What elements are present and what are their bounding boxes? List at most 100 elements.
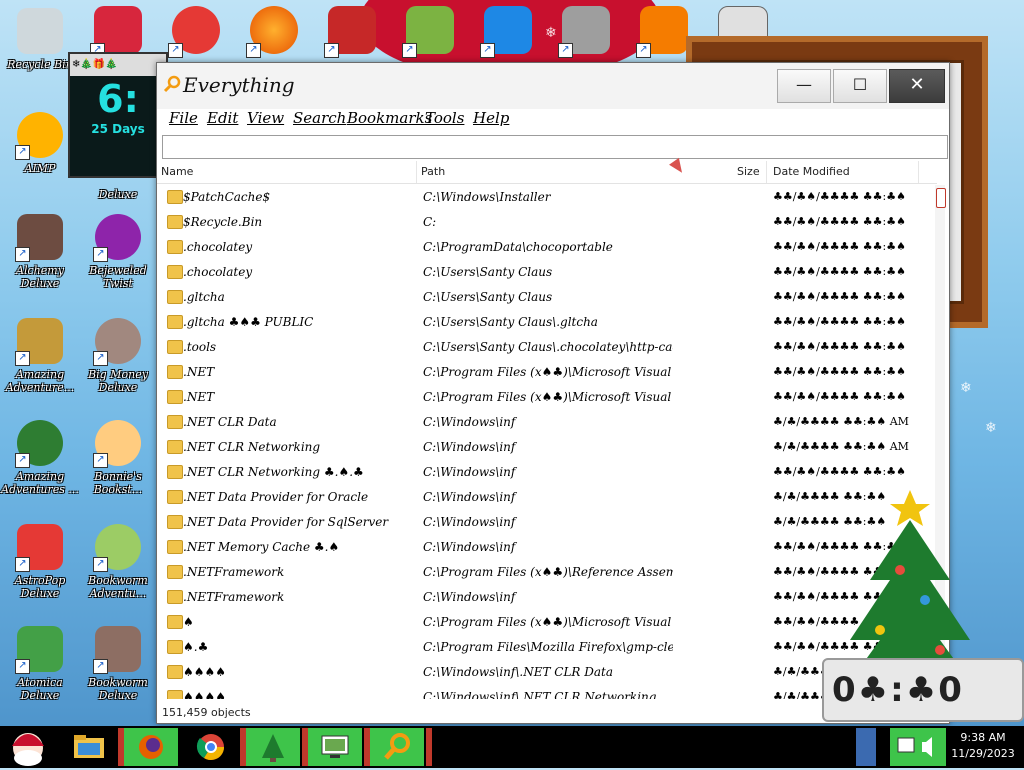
everything-window[interactable]: Everything — ☐ ✕ File Edit View Search B… (156, 62, 950, 724)
table-row[interactable]: .NET CLR Networking C:\Windows\inf ♣/♣/♣♣♣… (157, 435, 933, 460)
scrollbar-thumb[interactable] (936, 188, 946, 208)
table-row[interactable]: .NETFramework C:\Windows\inf ♣♣/♣♠/♣♣♣♣ ♣♣… (157, 585, 933, 610)
row-path: C:\Windows\inf (423, 490, 516, 504)
close-button[interactable]: ✕ (889, 69, 945, 103)
column-date-modified[interactable]: Date Modified (769, 161, 919, 183)
table-row[interactable]: ♠.♣ C:\Program Files\Mozilla Firefox\gmp-… (157, 635, 933, 660)
notepad-icon[interactable]: ↗ (402, 6, 454, 58)
table-row[interactable]: ♠ C:\Program Files (x♠♣)\Microsoft Visual… (157, 610, 933, 635)
r-app-icon[interactable]: ↗ (480, 6, 532, 58)
table-row[interactable]: ♠♠♠♠ C:\Windows\inf\.NET CLR Data ♣/♣/♣♣♣♣… (157, 660, 933, 685)
row-name: .tools (183, 340, 217, 354)
column-name[interactable]: Name (157, 161, 417, 183)
table-row[interactable]: $PatchCache$ C:\Windows\Installer ♣♣/♣♠/♣♣… (157, 185, 933, 210)
table-row[interactable]: .NET C:\Program Files (x♠♣)\Microsoft Vis… (157, 360, 933, 385)
taskbar-firefox[interactable] (124, 728, 178, 766)
row-name: .chocolatey (183, 265, 253, 279)
minimize-button[interactable]: — (777, 69, 831, 103)
table-row[interactable]: .NET CLR Networking ♣.♠.♣ C:\Windows\inf ♣… (157, 460, 933, 485)
row-date: ♣♣/♣♠/♣♣♣♣ ♣♣:♣♠ (773, 315, 906, 328)
table-row[interactable]: .gltcha C:\Users\Santy Claus ♣♣/♣♠/♣♣♣♣ ♣♣… (157, 285, 933, 310)
desktop-icon-bookworm-deluxe[interactable]: ↗ Bookworm Deluxe (78, 626, 158, 702)
desktop-icon-partial-deluxe[interactable]: Deluxe (78, 184, 158, 201)
taskbar-remote-app[interactable] (308, 728, 362, 766)
row-path: C:\Users\Santy Claus (423, 265, 553, 279)
blocks-game-icon[interactable]: ↗ (636, 6, 688, 58)
start-button[interactable] (2, 728, 54, 766)
desktop-icon-amazing-adventures2[interactable]: ↗ Amazing Adventures ... (0, 420, 80, 496)
tray-flag-icon[interactable] (856, 728, 876, 766)
menu-edit[interactable]: Edit (207, 109, 238, 127)
folder-icon (167, 615, 183, 629)
table-row[interactable]: $Recycle.Bin C: ♣♣/♣♠/♣♣♣♣ ♣♣:♣♠ (157, 210, 933, 235)
system-tray[interactable] (890, 728, 946, 766)
taskbar-chrome[interactable] (184, 728, 238, 766)
taskbar-tree-app[interactable] (246, 728, 300, 766)
row-name: .NET Memory Cache ♣.♠ (183, 540, 340, 554)
amazing-adventure-icon: ↗ (15, 318, 63, 366)
aimp-icon: ↗ (15, 112, 63, 160)
table-row[interactable]: .NET CLR Data C:\Windows\inf ♣/♣/♣♣♣♣ ♣♣:♣… (157, 410, 933, 435)
desktop-icon-amazing-adventure[interactable]: ↗ Amazing Adventure... (0, 318, 80, 394)
menu-search[interactable]: Search (293, 109, 346, 127)
row-path: C:\Users\Santy Claus\.chocolatey\http-ca… (423, 340, 673, 354)
row-name: ♠♠♠♠ (183, 665, 227, 679)
taskbar-file-explorer[interactable] (62, 728, 116, 766)
table-row[interactable]: .NET C:\Program Files (x♠♣)\Microsoft Vis… (157, 385, 933, 410)
red-creature-game-icon[interactable]: ↗ (168, 6, 220, 58)
column-size[interactable]: Size (737, 161, 767, 183)
row-name: .NETFramework (183, 590, 285, 604)
table-row[interactable]: .gltcha ♣♠♣ PUBLIC C:\Users\Santy Claus\.… (157, 310, 933, 335)
taskbar-everything[interactable] (370, 728, 424, 766)
table-row[interactable]: .NET Data Provider for SqlServer C:\Windo… (157, 510, 933, 535)
digital-clock-gadget[interactable]: 0♣:♣0 (822, 658, 1024, 722)
folder-icon (167, 290, 183, 304)
menu-file[interactable]: File (169, 109, 198, 127)
menu-help[interactable]: Help (473, 109, 509, 127)
row-date: ♣♣/♣♠/♣♣♣♣ ♣♣:♣♠ (773, 190, 906, 203)
shrine-game-icon[interactable]: ↗ (324, 6, 376, 58)
snowflake-icon: ❄ (985, 420, 997, 436)
folder-icon (167, 365, 183, 379)
row-path: C:\Windows\inf\.NET CLR Networking (423, 690, 657, 699)
desktop-icon-bookworm-adventures[interactable]: ↗ Bookworm Adventu... (78, 524, 158, 600)
status-bar: 151,459 objects (162, 706, 251, 719)
countdown-gadget[interactable]: ❄🎄🎁🎄 6: 25 Days (68, 52, 168, 178)
desktop-icon-astropop[interactable]: ↗ AstroPop Deluxe (0, 524, 80, 600)
row-name: .NET CLR Networking ♣.♠.♣ (183, 465, 364, 479)
menu-view[interactable]: View (247, 109, 284, 127)
desktop-icon-bonnies[interactable]: ↗ Bonnie's Bookst... (78, 420, 158, 496)
taskbar-separator (426, 728, 432, 766)
menu-tools[interactable]: Tools (425, 109, 464, 127)
search-input[interactable] (162, 135, 948, 159)
big-money-icon: ↗ (93, 318, 141, 366)
taskbar-clock[interactable]: 9:38 AM 11/29/2023 (946, 730, 1020, 762)
tree-app-icon (262, 734, 284, 762)
astropop-icon: ↗ (15, 524, 63, 572)
column-path[interactable]: Path (417, 161, 767, 183)
window-titlebar[interactable]: Everything — ☐ ✕ (157, 63, 949, 109)
shark-game-icon[interactable]: ↗ (558, 6, 610, 58)
maximize-button[interactable]: ☐ (833, 69, 887, 103)
desktop-icon-alchemy[interactable]: ↗ Alchemy Deluxe (0, 214, 80, 290)
table-row[interactable]: .NET Memory Cache ♣.♠ C:\Windows\inf ♣♣/♣♠… (157, 535, 933, 560)
bonnies-bookstore-icon: ↗ (93, 420, 141, 468)
desktop-icon-big-money[interactable]: ↗ Big Money Deluxe (78, 318, 158, 394)
row-date: ♣♣/♣♠/♣♣♣♣ ♣♣:♣♠ (773, 215, 906, 228)
game-shortcut-icon[interactable]: ↗ (90, 6, 142, 58)
table-row[interactable]: ♠♠♠♠ C:\Windows\inf\.NET CLR Networking ♣/… (157, 685, 933, 699)
row-name: .NET CLR Networking (183, 440, 321, 454)
table-row[interactable]: .chocolatey C:\Users\Santy Claus ♣♣/♣♠/♣♣♣… (157, 260, 933, 285)
menu-bookmarks[interactable]: Bookmarks (347, 109, 432, 127)
desktop-icon-bejeweled[interactable]: ↗ Bejeweled Twist (78, 214, 158, 290)
table-row[interactable]: .NETFramework C:\Program Files (x♠♣)\Refe… (157, 560, 933, 585)
table-row[interactable]: .tools C:\Users\Santy Claus\.chocolatey\h… (157, 335, 933, 360)
table-row[interactable]: .chocolatey C:\ProgramData\chocoportable ♣… (157, 235, 933, 260)
firefox-icon[interactable]: ↗ (246, 6, 298, 58)
folder-icon (167, 540, 183, 554)
results-list[interactable]: $PatchCache$ C:\Windows\Installer ♣♣/♣♠/♣♣… (157, 185, 933, 699)
row-name: .NET (183, 390, 215, 404)
desktop-icon-atomica[interactable]: ↗ Atomica Deluxe (0, 626, 80, 702)
table-row[interactable]: .NET Data Provider for Oracle C:\Windows\… (157, 485, 933, 510)
row-path: C:\Program Files (x♠♣)\Microsoft Visual … (423, 615, 673, 629)
